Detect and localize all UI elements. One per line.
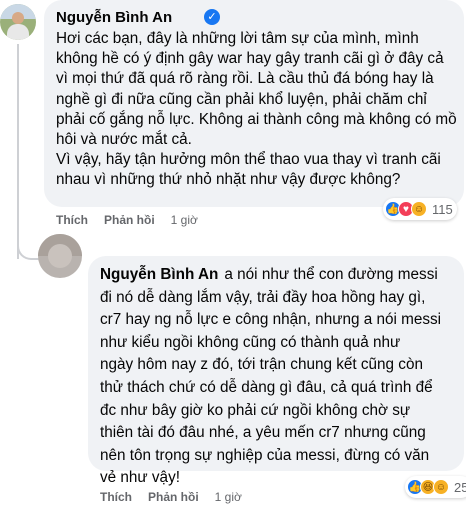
reaction-summary[interactable]: 👍 ♥ ☺ 115 [383,198,457,220]
care-reaction-icon: ☺ [411,201,427,217]
reply-author[interactable]: Nguyễn Bình An [100,266,218,283]
verified-badge-icon: ✓ [204,9,220,25]
reaction-count: 25 [454,479,466,495]
like-button[interactable]: Thích [100,490,132,504]
reply-actions: Thích Phản hồi 1 giờ [100,490,242,504]
reply-line: nên tôn trọng sự nghiệp của messi, đừng … [100,446,430,464]
reply-timestamp[interactable]: 1 giờ [215,490,242,504]
comment-bubble: Nguyễn Bình An ✓ Hơi các bạn, đây là nhữ… [44,0,464,207]
comment-text: Hơi các bạn, đây là những lời tâm sự của… [56,29,458,191]
avatar[interactable] [0,4,36,40]
thread-connector [17,240,39,260]
reply-avatar[interactable] [38,234,82,278]
reply-line: thiên tài đó đâu nhé, a yêu mến cr7 nhưn… [100,424,426,442]
reply-line: thử thách chứ có dễ dàng gì đâu, cả quá … [100,378,433,396]
reply-line: như kiểu ngồi không cũng có thành quả nh… [100,333,401,351]
comment-paragraph: Hơi các bạn, đây là những lời tâm sự của… [56,30,457,149]
comment-paragraph: Vì vậy, hãy tận hưởng môn thể thao vua t… [56,151,441,189]
like-button[interactable]: Thích [56,213,88,227]
reply-button[interactable]: Phản hồi [104,213,155,227]
reply-line: vẻ như vậy! [100,469,180,487]
thread-line [17,44,19,259]
reply-line: đi nó dễ dàng lắm vậy, trải đầy hoa hồng… [100,288,426,306]
reply-reaction-summary[interactable]: 👍 😆 ☺ 25 [405,476,466,498]
reply-line: cr7 hay ng nỗ lực e công nhận, nhưng a n… [100,311,442,329]
care-reaction-icon: ☺ [433,479,449,495]
reply-text: Nguyễn Bình An a nói như thể con đường me… [100,264,456,490]
reply-line: đc như bây giờ ko phải cứ ngồi không chờ… [100,401,411,419]
comment-author[interactable]: Nguyễn Bình An [56,9,172,26]
reply-line: a nói như thể con đường messi [224,266,438,283]
reaction-count: 115 [432,201,453,217]
reply-line: ngày hôm nay z đó, tới trận chung kết cũ… [100,356,423,374]
comment-timestamp[interactable]: 1 giờ [171,213,198,227]
comment-actions: Thích Phản hồi 1 giờ [56,213,198,227]
reply-bubble: Nguyễn Bình An a nói như thể con đường me… [88,256,464,486]
reply-button[interactable]: Phản hồi [148,490,199,504]
